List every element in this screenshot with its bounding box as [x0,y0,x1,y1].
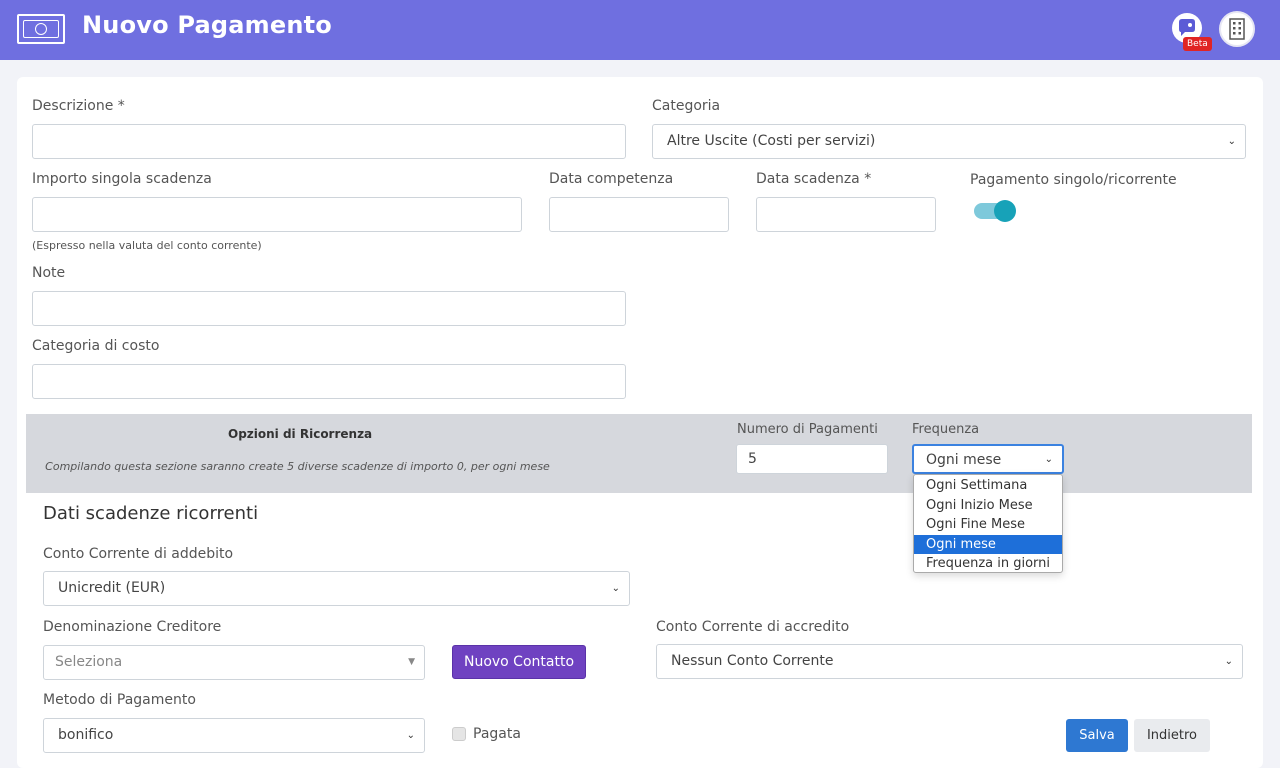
importo-input[interactable] [32,197,522,232]
conto-addebito-select[interactable]: Unicredit (EUR) ⌄ [43,571,630,606]
frequenza-option[interactable]: Ogni Settimana [914,476,1062,496]
frequenza-option[interactable]: Ogni Inizio Mese [914,496,1062,516]
data-competenza-label: Data competenza [549,171,674,187]
data-scadenza-label: Data scadenza * [756,171,872,187]
numero-pagamenti-label: Numero di Pagamenti [737,422,878,437]
note-input[interactable] [32,291,626,326]
ricorrenti-section-title: Dati scadenze ricorrenti [43,503,259,524]
conto-addebito-value: Unicredit (EUR) [58,580,166,596]
categoria-select[interactable]: Altre Uscite (Costi per servizi) ⌄ [652,124,1246,159]
descrizione-input[interactable] [32,124,626,159]
beta-badge: Beta [1183,37,1212,51]
company-building-icon[interactable] [1219,11,1255,47]
top-bar: Nuovo Pagamento Beta [0,0,1280,60]
importo-hint: (Espresso nella valuta del conto corrent… [32,239,262,252]
recurrence-note: Compilando questa sezione saranno create… [45,460,550,473]
toggle-knob [994,200,1016,222]
chevron-down-icon: ⌄ [1224,656,1233,667]
categoria-costo-input[interactable] [32,364,626,399]
frequenza-dropdown: Ogni Settimana Ogni Inizio Mese Ogni Fin… [913,474,1063,573]
conto-addebito-label: Conto Corrente di addebito [43,546,234,562]
ricorrente-toggle[interactable] [974,200,1016,222]
numero-pagamenti-value: 5 [748,451,757,467]
frequenza-option[interactable]: Ogni Fine Mese [914,515,1062,535]
chevron-down-icon: ⌄ [611,583,620,594]
note-label: Note [32,265,66,281]
frequenza-option-selected[interactable]: Ogni mese [914,534,1062,554]
pagamento-tipo-label: Pagamento singolo/ricorrente [970,172,1177,188]
numero-pagamenti-input[interactable]: 5 [736,444,888,474]
back-button[interactable]: Indietro [1134,719,1210,752]
metodo-label: Metodo di Pagamento [43,692,196,708]
categoria-label: Categoria [652,98,721,114]
recurrence-title: Opzioni di Ricorrenza [228,427,373,441]
descrizione-label: Descrizione * [32,98,125,114]
frequenza-option[interactable]: Frequenza in giorni [914,554,1062,574]
conto-accredito-value: Nessun Conto Corrente [671,653,834,669]
chevron-down-icon: ⌄ [406,730,415,741]
creditore-select[interactable]: Seleziona ▼ [43,645,425,680]
frequenza-value: Ogni mese [926,452,1002,468]
creditore-placeholder: Seleziona [55,654,123,670]
frequenza-select[interactable]: Ogni mese ⌄ [912,444,1064,474]
creditore-label: Denominazione Creditore [43,619,222,635]
caret-down-icon: ▼ [408,657,415,667]
data-competenza-input[interactable] [549,197,729,232]
frequenza-label: Frequenza [912,422,980,437]
pagata-checkbox[interactable] [452,727,466,741]
chevron-down-icon: ⌄ [1227,136,1236,147]
categoria-value: Altre Uscite (Costi per servizi) [667,133,876,149]
nuovo-contatto-button[interactable]: Nuovo Contatto [452,645,586,679]
money-icon [17,14,65,44]
importo-label: Importo singola scadenza [32,171,212,187]
chevron-down-icon: ⌄ [1044,454,1053,465]
recurrence-options-band [26,414,1252,493]
metodo-value: bonifico [58,727,114,743]
save-button[interactable]: Salva [1066,719,1128,752]
data-scadenza-input[interactable] [756,197,936,232]
conto-accredito-label: Conto Corrente di accredito [656,619,850,635]
pagata-label: Pagata [473,726,521,742]
categoria-costo-label: Categoria di costo [32,338,160,354]
conto-accredito-select[interactable]: Nessun Conto Corrente ⌄ [656,644,1243,679]
metodo-select[interactable]: bonifico ⌄ [43,718,425,753]
page-title: Nuovo Pagamento [82,11,332,39]
